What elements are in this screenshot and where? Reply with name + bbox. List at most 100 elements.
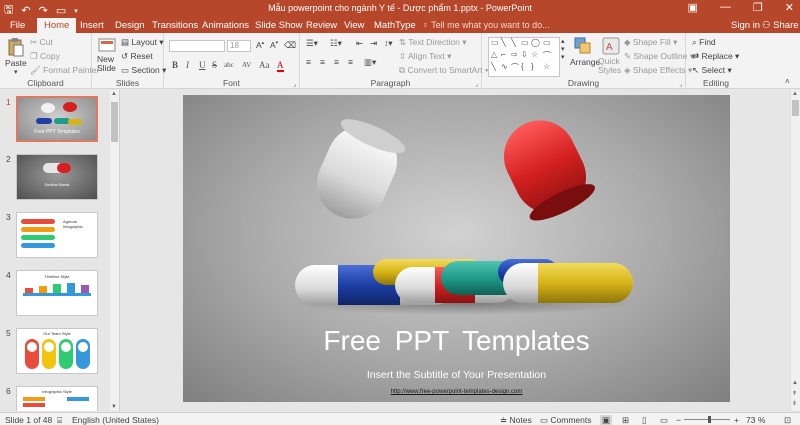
align-center-icon[interactable]: ≡: [320, 57, 325, 67]
slide-thumbnail-2[interactable]: Section Break: [16, 154, 98, 200]
next-slide-icon[interactable]: ⇟: [792, 400, 797, 407]
bullets-icon[interactable]: ☰▾: [306, 38, 318, 49]
tab-insert[interactable]: Insert: [80, 20, 104, 31]
new-slide-icon[interactable]: [98, 37, 116, 55]
tab-review[interactable]: Review: [306, 20, 337, 31]
spellcheck-icon[interactable]: ⌸: [57, 415, 62, 425]
quick-styles-icon[interactable]: A: [602, 37, 620, 55]
shape-effects-button[interactable]: ◈ Shape Effects ▾: [624, 65, 692, 76]
arrange-button[interactable]: Arrange: [570, 57, 600, 67]
drawing-dialog-launcher-icon[interactable]: ⌟: [679, 81, 682, 88]
font-dialog-launcher-icon[interactable]: ⌟: [293, 81, 296, 88]
comments-button[interactable]: ▭ Comments: [540, 415, 592, 425]
increase-indent-icon[interactable]: ⇥: [370, 38, 377, 49]
shrink-font-button[interactable]: A▾: [270, 40, 278, 50]
tab-file[interactable]: File: [10, 20, 25, 31]
slide-thumbnail-6[interactable]: Infographic Style: [16, 386, 98, 411]
tab-animations[interactable]: Animations: [202, 20, 249, 31]
slide-canvas[interactable]: Free PPT Templates Insert the Subtitle o…: [183, 95, 730, 402]
thumbnail-scrollbar[interactable]: ▲ ▼: [110, 90, 119, 411]
paste-icon[interactable]: [7, 37, 25, 57]
underline-button[interactable]: U: [199, 60, 206, 70]
font-name-combo[interactable]: [169, 40, 225, 52]
clear-format-icon[interactable]: ⌫: [284, 40, 296, 51]
shape-fill-button[interactable]: ◆ Shape Fill ▾: [624, 37, 677, 48]
thumbnail-scroll-thumb[interactable]: [111, 102, 118, 142]
slide-thumbnail-1[interactable]: Free PPT Templates: [16, 96, 98, 142]
slide-vertical-scrollbar[interactable]: ▲ ▲ ⇞ ⇟: [790, 90, 800, 411]
paragraph-dialog-launcher-icon[interactable]: ⌟: [475, 81, 478, 88]
previous-slide-icon[interactable]: ⇞: [792, 390, 797, 397]
columns-icon[interactable]: ▥▾: [364, 57, 376, 68]
section-button[interactable]: ▭ Section ▾: [121, 65, 166, 76]
shapes-more-icon[interactable]: ▴ ▾ ▾: [561, 37, 565, 61]
align-right-icon[interactable]: ≡: [334, 57, 339, 67]
cut-button[interactable]: ✂ Cut: [30, 37, 53, 48]
scroll-up-icon[interactable]: ▲: [792, 380, 798, 386]
zoom-slider[interactable]: [684, 419, 730, 420]
zoom-out-button[interactable]: −: [676, 415, 681, 425]
new-slide-button[interactable]: New Slide: [97, 55, 121, 73]
scroll-up-icon[interactable]: ▲: [111, 91, 117, 97]
replace-button[interactable]: ⇄ Replace ▾: [692, 51, 739, 62]
close-button[interactable]: ✕: [785, 1, 794, 14]
reading-view-icon[interactable]: ▯: [642, 415, 647, 425]
scroll-down-icon[interactable]: ▼: [111, 404, 117, 410]
slide-thumbnail-4[interactable]: Timeline Style: [16, 270, 98, 316]
shape-outline-button[interactable]: ✎ Shape Outline ▾: [624, 51, 694, 62]
collapse-ribbon-icon[interactable]: ˄: [785, 77, 790, 86]
slide-url-link[interactable]: http://www.free-powerpoint-templates-des…: [183, 389, 730, 395]
tab-transitions[interactable]: Transitions: [152, 20, 198, 31]
tab-mathtype[interactable]: MathType: [374, 20, 416, 31]
slide-title[interactable]: Free PPT Templates: [183, 325, 730, 357]
scroll-up-icon[interactable]: ▲: [792, 91, 798, 97]
tab-view[interactable]: View: [344, 20, 364, 31]
layout-button[interactable]: ▤ Layout ▾: [121, 37, 164, 48]
ribbon-display-options-button[interactable]: ▣: [688, 1, 698, 14]
find-button[interactable]: ⌕ Find: [692, 37, 716, 48]
tab-design[interactable]: Design: [115, 20, 145, 31]
justify-icon[interactable]: ≡: [348, 57, 353, 67]
font-size-combo[interactable]: 18: [227, 40, 251, 52]
bold-button[interactable]: B: [172, 60, 178, 70]
reset-button[interactable]: ↺ Reset: [121, 51, 153, 62]
strikethrough-button[interactable]: S: [212, 60, 217, 70]
minimize-button[interactable]: —: [720, 1, 731, 14]
copy-button[interactable]: ❐ Copy: [30, 51, 60, 62]
slide-sorter-icon[interactable]: ⊞: [622, 415, 629, 425]
slide-thumbnail-5[interactable]: Our Team Style: [16, 328, 98, 374]
decrease-indent-icon[interactable]: ⇤: [356, 38, 363, 49]
slide-thumbnail-3[interactable]: Agenda Infographic: [16, 212, 98, 258]
zoom-in-button[interactable]: +: [734, 415, 739, 425]
change-case-button[interactable]: Aa: [259, 60, 270, 70]
normal-view-icon[interactable]: ▣: [600, 415, 613, 425]
language-indicator[interactable]: English (United States): [72, 415, 159, 425]
paste-button[interactable]: Paste: [5, 58, 27, 68]
sign-in-link[interactable]: Sign in: [731, 20, 760, 31]
character-spacing-button[interactable]: AV: [242, 61, 251, 69]
zoom-level[interactable]: 73 %: [746, 415, 765, 425]
grow-font-button[interactable]: A▴: [256, 40, 264, 50]
slideshow-view-icon[interactable]: ▭: [660, 415, 668, 425]
slide-scroll-thumb[interactable]: [792, 100, 799, 116]
arrange-icon[interactable]: [574, 37, 592, 55]
numbering-icon[interactable]: ☷▾: [330, 38, 342, 49]
tab-slide-show[interactable]: Slide Show: [255, 20, 303, 31]
text-direction-button[interactable]: ⇅ Text Direction ▾: [399, 37, 466, 48]
restore-button[interactable]: ❐: [753, 1, 763, 14]
format-painter-button[interactable]: 🖌 Format Painter: [30, 65, 99, 76]
italic-button[interactable]: I: [186, 60, 189, 70]
convert-smartart-button[interactable]: ⧉ Convert to SmartArt ▾: [399, 65, 488, 76]
line-spacing-icon[interactable]: ↕▾: [384, 38, 393, 49]
slide-subtitle[interactable]: Insert the Subtitle of Your Presentation: [183, 369, 730, 381]
tab-home[interactable]: Home: [37, 18, 77, 33]
zoom-slider-handle[interactable]: [708, 416, 711, 423]
shapes-gallery[interactable]: ▭ ╲ ╲ ▭ ◯ ▭ △ ⌐ ⇨ ⇩ ☆ ⌒ ╲ ∿ ⌒{} ☆: [488, 37, 560, 77]
quick-styles-button[interactable]: Quick Styles: [598, 57, 624, 75]
select-button[interactable]: ↖ Select ▾: [692, 65, 732, 76]
paste-dropdown-icon[interactable]: ▾: [14, 68, 18, 76]
share-button[interactable]: ⚇ Share: [762, 20, 799, 31]
align-text-button[interactable]: ⇳ Align Text ▾: [399, 51, 451, 62]
shadow-button[interactable]: abc: [224, 61, 234, 69]
align-left-icon[interactable]: ≡: [306, 57, 311, 67]
